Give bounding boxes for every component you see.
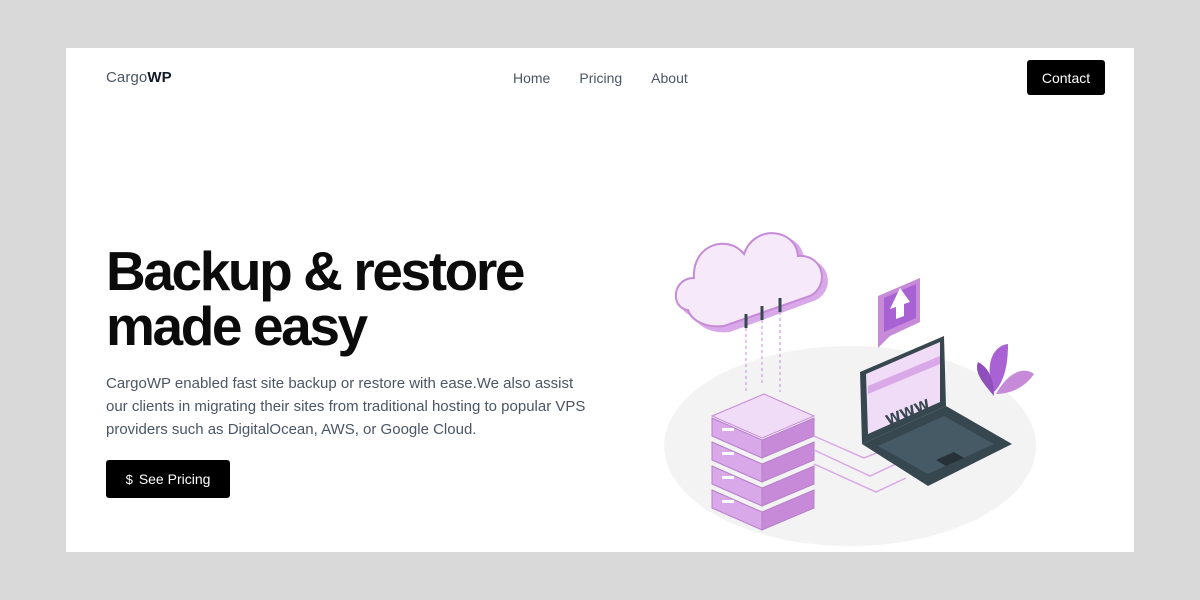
nav-pricing[interactable]: Pricing: [579, 70, 622, 86]
see-pricing-button[interactable]: $ See Pricing: [106, 460, 230, 498]
page-card: CargoWP Home Pricing About Contact Backu…: [66, 48, 1134, 552]
main-nav: Home Pricing About: [513, 70, 717, 86]
brand-suffix: WP: [147, 69, 172, 86]
backup-illustration: WWW: [664, 232, 1036, 546]
see-pricing-label: See Pricing: [138, 471, 211, 487]
dollar-sign-icon: $: [125, 471, 133, 487]
upload-arrow-icon: [878, 278, 920, 348]
nav-about[interactable]: About: [651, 70, 688, 86]
brand-logo[interactable]: CargoWP: [106, 69, 172, 86]
headline-line-1: Backup & restore: [106, 240, 525, 302]
headline-line-2: made easy: [106, 295, 368, 357]
cloud-icon: [674, 232, 828, 333]
nav-home[interactable]: Home: [513, 70, 550, 86]
brand-prefix: Cargo: [106, 69, 148, 86]
hero-headline: Backup & restore made easy: [106, 244, 626, 354]
contact-button[interactable]: Contact: [1027, 60, 1105, 95]
hero-description: CargoWP enabled fast site backup or rest…: [106, 375, 586, 438]
